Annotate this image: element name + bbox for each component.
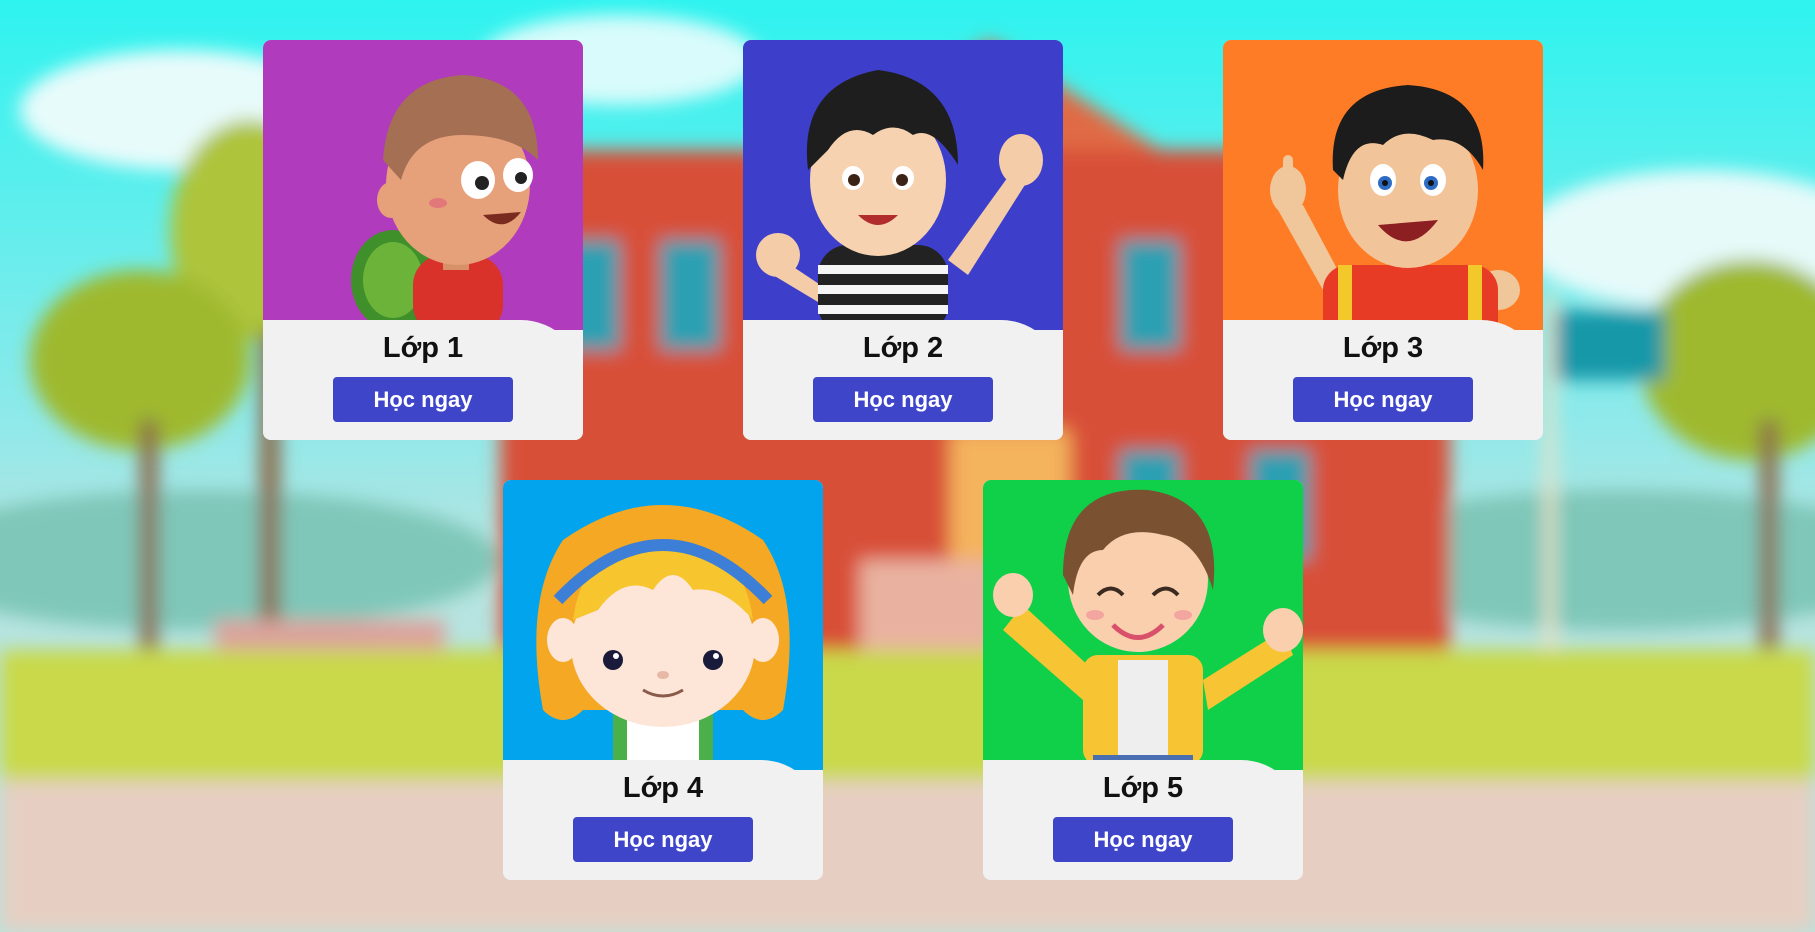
card-4-learn-now-button[interactable]: Học ngay [573,817,753,862]
girl-with-headband-icon [503,480,823,770]
card-2-learn-now-button[interactable]: Học ngay [813,377,993,422]
card-5-learn-now-button[interactable]: Học ngay [1053,817,1233,862]
boy-with-backpack-icon [263,40,583,330]
card-5-footer: Lớp 5 Học ngay [983,760,1303,880]
pointing-boy-icon [1223,40,1543,330]
card-4-footer: Lớp 4 Học ngay [503,760,823,880]
card-3-footer: Lớp 3 Học ngay [1223,320,1543,440]
card-4-illustration [503,480,823,770]
card-1-footer: Lớp 1 Học ngay [263,320,583,440]
card-5-illustration [983,480,1303,770]
card-5-title: Lớp 5 [1102,772,1184,804]
card-1-illustration [263,40,583,330]
class-card-1[interactable]: Lớp 1 Học ngay [263,40,583,440]
card-2-title: Lớp 2 [862,332,944,364]
card-4-title: Lớp 4 [622,772,704,804]
class-card-4[interactable]: Lớp 4 Học ngay [503,480,823,880]
card-2-footer: Lớp 2 Học ngay [743,320,1063,440]
card-1-title: Lớp 1 [382,332,464,364]
class-card-3[interactable]: Lớp 3 Học ngay [1223,40,1543,440]
waving-boy-icon [743,40,1063,330]
card-3-title: Lớp 3 [1342,332,1424,364]
card-2-illustration [743,40,1063,330]
class-card-5[interactable]: Lớp 5 Học ngay [983,480,1303,880]
card-1-learn-now-button[interactable]: Học ngay [333,377,513,422]
class-card-2[interactable]: Lớp 2 Học ngay [743,40,1063,440]
card-3-learn-now-button[interactable]: Học ngay [1293,377,1473,422]
thumbs-up-boy-icon [983,480,1303,770]
card-3-illustration [1223,40,1543,330]
